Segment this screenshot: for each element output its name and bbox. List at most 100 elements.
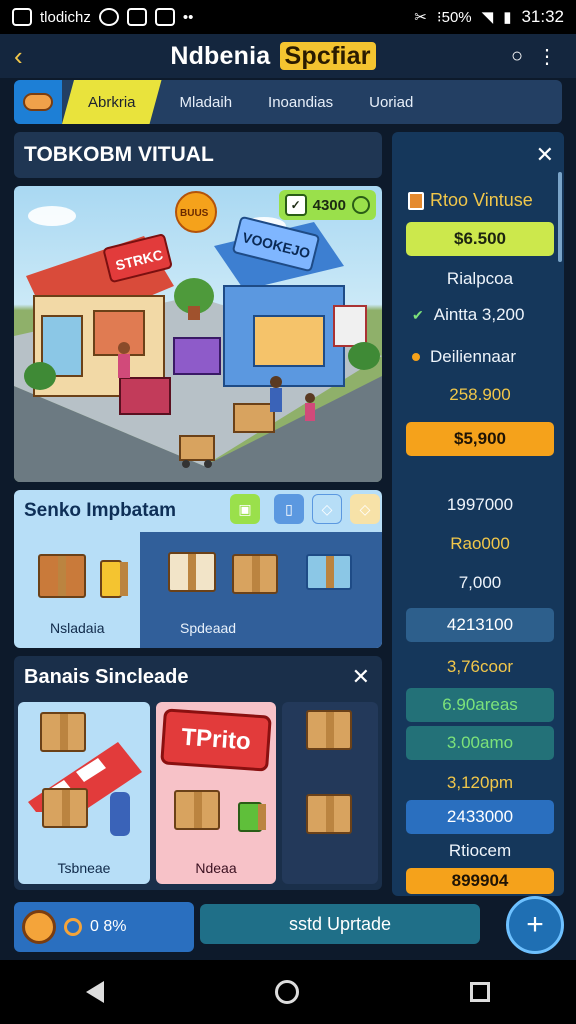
sidebar-bar-row[interactable]: 3.00amo xyxy=(406,726,554,760)
box-icon-5 xyxy=(306,794,352,834)
sidebar-row: 3,76coor xyxy=(446,657,514,676)
sidebar-title: Rtoo Vintuse xyxy=(408,190,533,211)
page-title-main: Ndbenia xyxy=(170,41,271,70)
box-icon-4 xyxy=(306,710,352,750)
status-bar: tlodichz •• ✂ ⁝50% ◥ ▮ 31:32 xyxy=(0,0,576,34)
door-chip-icon[interactable]: ▯ xyxy=(274,494,304,524)
worker-figure xyxy=(110,792,130,836)
check-icon: ✔ xyxy=(412,306,424,323)
image-icon xyxy=(126,8,147,26)
nav-recents-icon[interactable] xyxy=(470,982,491,1002)
currency-value: 4300 xyxy=(312,196,346,214)
app-header: ‹ Ndbenia Spcfiar ○ ⋮ xyxy=(0,34,576,78)
sidebar-row: 258.900 xyxy=(449,385,511,404)
search-icon[interactable]: ○ xyxy=(502,45,532,68)
nav-home-icon[interactable] xyxy=(274,980,299,1004)
tab-0[interactable]: Abrkria xyxy=(62,80,162,124)
sidebar-row: 7,000 xyxy=(458,573,502,592)
box-icon-3 xyxy=(174,790,220,830)
store-scene[interactable]: STRKC BUUS VOOKEJO ✓ 4300 xyxy=(14,186,382,482)
message-icon xyxy=(154,8,175,26)
basket-icon[interactable] xyxy=(306,554,352,590)
improvement-right-area: Spdeaad xyxy=(140,532,382,648)
add-fab-icon[interactable]: + xyxy=(506,896,564,954)
tab-bar: Abrkria Mladaih Inoandias Uoriad xyxy=(14,80,562,124)
back-arrow-icon[interactable]: ‹ xyxy=(14,41,44,72)
stock-card-boxes[interactable] xyxy=(282,702,378,884)
tab-1[interactable]: Mladaih xyxy=(162,80,251,124)
currency-pill[interactable]: ✓ 4300 xyxy=(278,190,376,220)
sidebar-row-text: Aintta 3,200 xyxy=(433,305,525,324)
stock-label-mid: Ndeaa xyxy=(195,860,237,876)
improvements-panel: Senko Impbatam ▣ ▯ ◇ ◇ Nsladaia Spdeaad xyxy=(14,490,382,648)
box-chip-icon[interactable]: ◇ xyxy=(312,494,342,524)
improvement-label-left: Nsladaia xyxy=(50,620,105,636)
sidebar-row-text: Deiliennaar xyxy=(430,347,516,366)
sidebar-bar-row[interactable]: 2433000 xyxy=(406,800,554,834)
bakery-logo[interactable] xyxy=(14,80,62,124)
coin-icon xyxy=(22,910,56,944)
nav-back-icon[interactable] xyxy=(85,981,104,1003)
tab-2[interactable]: Inoandias xyxy=(250,80,351,124)
record-icon xyxy=(98,8,119,26)
battery-percent: ⁝50% xyxy=(436,9,472,26)
stock-title: Banais Sincleade xyxy=(24,666,189,688)
tab-3[interactable]: Uoriad xyxy=(351,80,431,124)
improvements-title: Senko Impbatam xyxy=(24,500,177,521)
sign-stand-icon xyxy=(100,560,128,598)
sidebar-buy-button[interactable]: $5,900 xyxy=(406,422,554,456)
page-title-highlight: Spcfiar xyxy=(279,41,376,70)
sidebar-bottom-button[interactable]: 899904 xyxy=(406,868,554,894)
app-badge-icon xyxy=(12,8,32,26)
bottom-action-bar: 0 8% sstd Uprtade + xyxy=(0,896,576,958)
stock-card-store[interactable]: Tsbneae xyxy=(18,702,150,884)
coin-small-icon xyxy=(64,918,82,936)
add-circle-icon xyxy=(352,196,370,214)
produce-box-icon[interactable] xyxy=(168,552,216,592)
sidebar-title-text: Rtoo Vintuse xyxy=(430,190,533,210)
sidebar-bar-row[interactable]: 4213100 xyxy=(406,608,554,642)
improvement-label-right: Spdeaad xyxy=(180,620,237,636)
page-title: Ndbenia Spcfiar xyxy=(44,41,502,71)
store-illustration: STRKC BUUS VOOKEJO xyxy=(14,191,382,482)
status-app-label: tlodichz xyxy=(40,8,91,26)
dots-icon: •• xyxy=(182,8,194,26)
sidebar-close-icon[interactable]: ✕ xyxy=(536,142,554,168)
sidebar-row-dot: Deiliennaar xyxy=(406,340,554,374)
check-icon: ✓ xyxy=(284,194,307,216)
sidebar-row-check: ✔ Aintta 3,200 xyxy=(406,298,554,332)
business-stock-panel: Banais Sincleade ✕ Tsbneae TPrito Ndeaa xyxy=(14,656,382,890)
bullet-icon xyxy=(412,353,420,361)
sidebar-bar-row[interactable]: 6.90areas xyxy=(406,688,554,722)
sidebar-row: Rialpcoa xyxy=(446,269,514,288)
coin-balance[interactable]: 0 8% xyxy=(14,902,194,952)
box-icon-2 xyxy=(42,788,88,828)
more-vert-icon[interactable]: ⋮ xyxy=(532,44,562,69)
bread-icon xyxy=(23,93,53,111)
sidebar-scrollbar[interactable] xyxy=(558,172,562,262)
diamond-chip-icon[interactable]: ◇ xyxy=(350,494,380,524)
promo-badge: TPrito xyxy=(160,708,272,772)
green-crate-icon xyxy=(238,802,266,832)
sidebar-row: 3,120pm xyxy=(446,773,514,792)
wifi-icon: ◥ xyxy=(481,9,494,26)
section-title: TOBKOBM VITUAL xyxy=(14,132,382,178)
sun-badge-text: BUUS xyxy=(180,208,209,219)
system-nav-bar xyxy=(0,960,576,1024)
coin-value: 0 8% xyxy=(90,918,127,935)
crate-chip-icon[interactable]: ▣ xyxy=(230,494,260,524)
cardboard-box-icon[interactable] xyxy=(232,554,278,594)
fruit-crate-icon[interactable] xyxy=(38,554,86,598)
store-sidebar: ✕ Rtoo Vintuse $6.500 Rialpcoa ✔ Aintta … xyxy=(392,132,564,896)
signal-icon: ▮ xyxy=(503,9,512,26)
nfc-icon: ✂ xyxy=(414,9,427,26)
ledger-icon xyxy=(408,191,424,210)
sidebar-row: Rao000 xyxy=(450,534,510,553)
stock-card-promo[interactable]: TPrito Ndeaa xyxy=(156,702,276,884)
sidebar-price-button[interactable]: $6.500 xyxy=(406,222,554,256)
stock-label-left: Tsbneae xyxy=(57,860,111,876)
clock: 31:32 xyxy=(521,7,564,26)
close-icon[interactable]: ✕ xyxy=(352,664,370,690)
upgrade-button[interactable]: sstd Uprtade xyxy=(200,904,480,944)
sidebar-row: Rtiocem xyxy=(448,841,512,860)
